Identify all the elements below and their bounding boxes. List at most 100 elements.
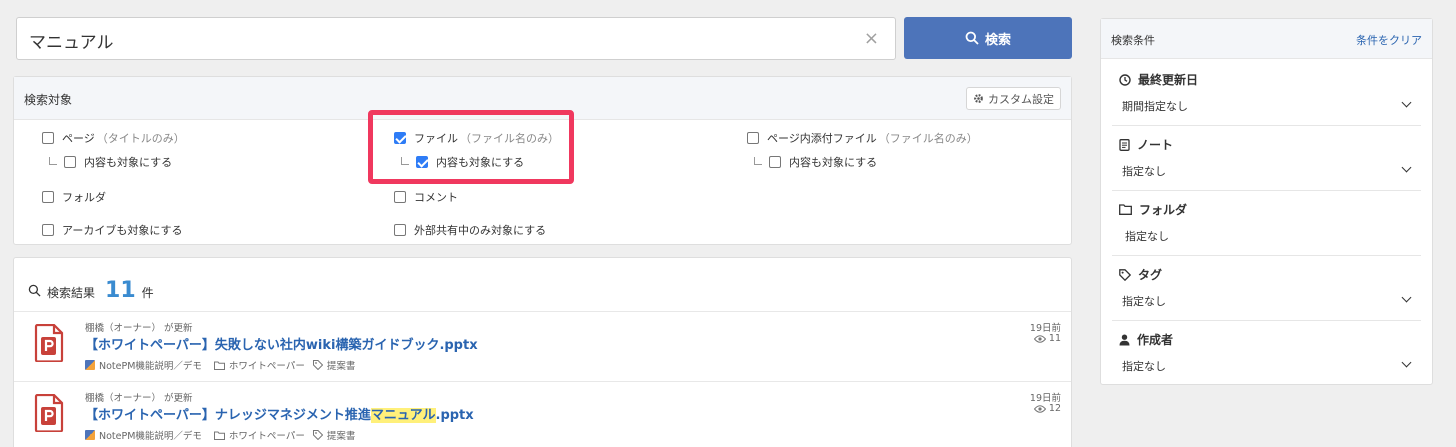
note-book-icon — [85, 430, 95, 440]
filter-author[interactable]: 作成者 指定なし — [1101, 321, 1432, 386]
search-input[interactable]: マニュアル × — [16, 17, 896, 60]
filter-value: 指定なし — [1125, 230, 1169, 243]
checkbox-page-attachment-box[interactable] — [747, 132, 759, 144]
filter-label: 作成者 — [1119, 331, 1173, 348]
checkbox-page-attachment-sub: （ファイル名のみ） — [878, 132, 978, 145]
filter-folder[interactable]: フォルダ 指定なし — [1101, 191, 1432, 256]
item-tags: NotePM機能説明／デモ ホワイトペーパー 提案書 — [85, 428, 355, 442]
checkbox-folder[interactable]: フォルダ — [42, 189, 106, 205]
search-conditions-title: 検索条件 — [1111, 34, 1155, 47]
powerpoint-file-icon — [34, 324, 64, 362]
clear-conditions-link[interactable]: 条件をクリア — [1356, 32, 1422, 48]
search-conditions-panel: 検索条件 条件をクリア 最終更新日 期間指定なし ノート 指定なし フォルダ 指… — [1100, 18, 1433, 385]
filter-label-text: 作成者 — [1137, 333, 1174, 347]
item-title-link[interactable]: 【ホワイトペーパー】失敗しない社内wiki構築ガイドブック.pptx — [85, 334, 478, 353]
search-results-panel: 検索結果 11 件 棚橋（オーナー） が更新 【ホワイトペーパー】失敗しない社内… — [13, 257, 1072, 447]
search-target-title: 検索対象 — [24, 93, 73, 107]
tag-icon — [312, 430, 323, 440]
item-title-text: 【ホワイトペーパー】ナレッジマネジメント推進 — [85, 408, 371, 423]
item-views: 12 — [1033, 403, 1061, 414]
highlight-frame — [368, 110, 574, 184]
checkbox-page-sub: （タイトルのみ） — [96, 132, 185, 145]
item-tag-link[interactable]: 提案書 — [327, 428, 356, 442]
item-updated-time: 19日前 — [1029, 323, 1061, 334]
checkbox-comment-box[interactable] — [394, 191, 406, 203]
search-results-label: 検索結果 — [47, 286, 96, 300]
list-item[interactable]: 棚橋（オーナー） が更新 【ホワイトペーパー】ナレッジマネジメント推進マニュアル… — [14, 381, 1071, 447]
folder-icon — [213, 431, 225, 440]
eye-icon — [1033, 404, 1046, 413]
folder-icon — [1119, 204, 1132, 215]
filter-value: 指定なし — [1122, 360, 1166, 373]
item-views-count: 12 — [1048, 403, 1061, 414]
checkbox-external-label: 外部共有中のみ対象にする — [414, 224, 547, 237]
note-icon — [1119, 138, 1130, 151]
item-views-count: 11 — [1048, 333, 1061, 344]
person-icon — [1119, 334, 1130, 345]
search-results-count: 11 — [105, 278, 136, 303]
search-results-header: 検索結果 11 件 — [28, 278, 154, 303]
gear-icon — [974, 94, 983, 103]
chevron-down-icon[interactable] — [1401, 97, 1412, 108]
list-item[interactable]: 棚橋（オーナー） が更新 【ホワイトペーパー】失敗しない社内wiki構築ガイドブ… — [14, 311, 1071, 381]
filter-label-text: タグ — [1138, 268, 1163, 282]
search-conditions-header: 検索条件 条件をクリア — [1101, 19, 1432, 59]
item-title-suffix: .pptx — [435, 408, 474, 423]
powerpoint-file-icon — [34, 394, 64, 432]
note-book-icon — [85, 360, 95, 370]
checkbox-page-content[interactable]: 内容も対象にする — [64, 154, 172, 170]
filter-tag[interactable]: タグ 指定なし — [1101, 256, 1432, 321]
search-input-value: マニュアル — [29, 33, 114, 53]
chevron-down-icon[interactable] — [1401, 292, 1412, 303]
item-title-text: 【ホワイトペーパー】失敗しない社内wiki構築ガイドブック.pptx — [85, 338, 478, 353]
filter-value: 指定なし — [1122, 295, 1166, 308]
checkbox-comment-label: コメント — [414, 191, 458, 204]
chevron-down-icon[interactable] — [1401, 162, 1412, 173]
filter-value: 期間指定なし — [1122, 100, 1188, 113]
indent-elbow — [754, 157, 762, 165]
checkbox-page-box[interactable] — [42, 132, 54, 144]
filter-label: タグ — [1119, 266, 1162, 283]
item-note-link[interactable]: NotePM機能説明／デモ — [99, 428, 202, 442]
filter-label-text: フォルダ — [1139, 203, 1188, 217]
item-tags: NotePM機能説明／デモ ホワイトペーパー 提案書 — [85, 358, 355, 372]
item-updated-by: 棚橋（オーナー） が更新 — [85, 323, 193, 334]
checkbox-page-label: ページ — [62, 132, 95, 145]
checkbox-archive-box[interactable] — [42, 224, 54, 236]
checkbox-page-attachment-content[interactable]: 内容も対象にする — [769, 154, 877, 170]
checkbox-folder-box[interactable] — [42, 191, 54, 203]
checkbox-page-attachment-label: ページ内添付ファイル — [767, 132, 877, 145]
filter-label: 最終更新日 — [1119, 71, 1198, 88]
filter-note[interactable]: ノート 指定なし — [1101, 126, 1432, 191]
filter-label: ノート — [1119, 136, 1173, 153]
checkbox-external[interactable]: 外部共有中のみ対象にする — [394, 222, 546, 238]
search-icon — [28, 284, 41, 297]
checkbox-page-attachment-content-box[interactable] — [769, 156, 781, 168]
checkbox-archive[interactable]: アーカイブも対象にする — [42, 222, 182, 238]
item-title-highlight: マニュアル — [370, 408, 436, 423]
item-updated-by: 棚橋（オーナー） が更新 — [85, 393, 193, 404]
item-note-link[interactable]: NotePM機能説明／デモ — [99, 358, 202, 372]
checkbox-page-content-box[interactable] — [64, 156, 76, 168]
search-results-unit: 件 — [141, 286, 154, 300]
filter-value: 指定なし — [1122, 165, 1166, 178]
item-folder-link[interactable]: ホワイトペーパー — [229, 428, 305, 442]
checkbox-comment[interactable]: コメント — [394, 189, 458, 205]
chevron-down-icon[interactable] — [1401, 357, 1412, 368]
item-tag-link[interactable]: 提案書 — [327, 358, 356, 372]
checkbox-page[interactable]: ページ （タイトルのみ） — [42, 130, 185, 146]
item-folder-link[interactable]: ホワイトペーパー — [229, 358, 305, 372]
checkbox-external-box[interactable] — [394, 224, 406, 236]
search-button[interactable]: 検索 — [904, 17, 1072, 59]
folder-icon — [213, 361, 225, 370]
tag-icon — [1119, 268, 1131, 281]
filter-last-updated[interactable]: 最終更新日 期間指定なし — [1101, 61, 1432, 126]
checkbox-page-attachment[interactable]: ページ内添付ファイル （ファイル名のみ） — [747, 130, 978, 146]
custom-settings-button[interactable]: カスタム設定 — [966, 87, 1061, 110]
checkbox-page-attachment-content-label: 内容も対象にする — [789, 156, 878, 169]
filter-label-text: 最終更新日 — [1138, 73, 1199, 87]
custom-settings-label: カスタム設定 — [988, 92, 1054, 106]
item-updated-time: 19日前 — [1029, 393, 1061, 404]
clear-icon[interactable]: × — [864, 28, 879, 49]
item-title-link[interactable]: 【ホワイトペーパー】ナレッジマネジメント推進マニュアル.pptx — [85, 404, 474, 423]
